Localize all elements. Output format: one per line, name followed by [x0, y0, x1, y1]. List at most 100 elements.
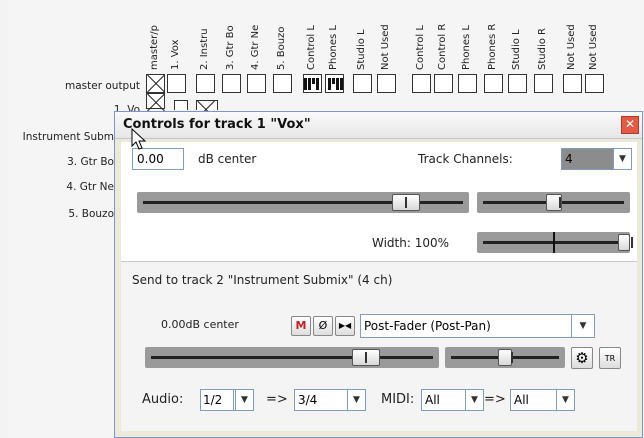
matrix-cell[interactable] — [585, 74, 604, 93]
matrix-column-label: Phones L — [461, 25, 472, 70]
chevron-down-icon: ▼ — [556, 390, 574, 410]
matrix-column-header: Not Used — [377, 2, 393, 70]
matrix-column-header: Phones L — [458, 2, 474, 70]
matrix-cell[interactable] — [534, 74, 553, 93]
send-pan-fader[interactable] — [445, 347, 565, 368]
matrix-column-label: 5. Bouzo — [276, 26, 287, 70]
row-label-track-5: 5. Bouzo — [68, 208, 114, 220]
matrix-cell[interactable] — [167, 74, 186, 93]
matrix-cell[interactable] — [458, 74, 477, 93]
matrix-cell[interactable] — [377, 74, 396, 93]
matrix-cell[interactable] — [434, 74, 453, 93]
send-volume-fader[interactable] — [145, 347, 439, 368]
midi-source-value: All — [425, 393, 440, 407]
row-label-track-2: Instrument Subm — [22, 131, 114, 143]
send-fx-icon[interactable]: ⚙ — [571, 347, 593, 369]
pan-fader-thumb[interactable] — [546, 194, 562, 211]
midi-source-select[interactable]: All ▼ — [421, 389, 484, 411]
matrix-column-label: 2. Instru — [199, 28, 210, 70]
matrix-column-header: Not Used — [585, 2, 601, 70]
matrix-column-label: Control L — [415, 25, 426, 70]
send-mute-button[interactable]: M — [291, 316, 311, 336]
matrix-column-label: Studio L — [511, 29, 522, 70]
matrix-column-label: 1. Vox — [170, 39, 181, 70]
hw-output-indicator — [328, 78, 344, 91]
matrix-cell[interactable] — [508, 74, 527, 93]
matrix-column-label: Not Used — [380, 24, 391, 70]
audio-label: Audio: — [142, 392, 184, 407]
matrix-column-header: master/p — [146, 2, 162, 70]
audio-source-value: 1/2 — [201, 390, 234, 410]
send-mode-dropdown[interactable]: ▼ — [571, 314, 595, 338]
chevron-down-icon: ▼ — [347, 390, 365, 410]
dialog-title: Controls for track 1 "Vox" — [123, 117, 311, 132]
chevron-down-icon: ▼ — [465, 390, 483, 410]
send-level-text: 0.00dB center — [161, 318, 239, 331]
matrix-cell[interactable] — [273, 74, 292, 93]
matrix-cell[interactable] — [412, 74, 431, 93]
midi-label: MIDI: — [381, 392, 415, 407]
matrix-cell-master-self — [146, 74, 165, 93]
row-label-master-output: master output — [65, 80, 140, 92]
width-center-mark — [553, 232, 555, 253]
matrix-cell-track1-send[interactable] — [196, 100, 218, 110]
matrix-cell[interactable] — [353, 74, 372, 93]
matrix-column-header: Control L — [412, 2, 428, 70]
matrix-column-header: 1. Vox — [167, 2, 183, 70]
matrix-column-label: Phones L — [328, 25, 339, 70]
audio-dest-select[interactable]: 3/4 ▼ — [294, 389, 366, 411]
hw-output-indicator — [304, 78, 320, 91]
track-channels-label: Track Channels: — [418, 152, 513, 166]
send-tr-button[interactable]: TR — [599, 347, 621, 369]
send-phase-button[interactable]: Ø — [313, 316, 333, 336]
send-pan-fader-thumb[interactable] — [498, 349, 513, 366]
midi-dest-select[interactable]: All ▼ — [510, 389, 575, 411]
matrix-column-label: Phones R — [487, 23, 498, 70]
matrix-cell-track1-master[interactable] — [146, 93, 165, 109]
matrix-cell[interactable] — [222, 74, 241, 93]
close-icon[interactable]: ✕ — [621, 116, 639, 134]
matrix-column-header: 5. Bouzo — [273, 2, 289, 70]
matrix-column-label: Control R — [437, 23, 448, 70]
volume-value: 0.00 — [137, 152, 164, 166]
send-mono-button[interactable]: ▶◀ — [335, 316, 355, 336]
width-fader[interactable] — [477, 232, 633, 253]
matrix-cell[interactable] — [484, 74, 503, 93]
volume-fader-thumb[interactable] — [392, 194, 420, 211]
matrix-column-header: 2. Instru — [196, 2, 212, 70]
matrix-column-label: 3. Gtr Bo — [225, 25, 236, 70]
send-volume-fader-thumb[interactable] — [352, 349, 380, 366]
width-fader-thumb[interactable] — [618, 234, 633, 251]
row-label-track-3: 3. Gtr Bo — [67, 156, 114, 168]
track-channels-select[interactable]: 4 ▼ — [561, 148, 632, 170]
matrix-cell[interactable] — [247, 74, 266, 93]
send-heading: Send to track 2 "Instrument Submix" (4 c… — [132, 273, 393, 287]
chevron-down-icon: ▼ — [572, 315, 594, 337]
matrix-cell[interactable] — [563, 74, 582, 93]
volume-fader[interactable] — [137, 192, 469, 213]
midi-dest-value: All — [514, 393, 529, 407]
matrix-column-header: Phones L — [325, 2, 341, 70]
mouse-cursor-icon — [131, 128, 147, 150]
matrix-column-label: 4. Gtr Ne — [250, 24, 261, 70]
matrix-column-header: Control R — [434, 2, 450, 70]
matrix-column-label: Not Used — [588, 24, 599, 70]
matrix-column-header: 3. Gtr Bo — [222, 2, 238, 70]
matrix-cell-track1-self — [174, 100, 188, 110]
volume-pan-label: dB center — [198, 152, 257, 166]
matrix-column-header: Studio L — [508, 2, 524, 70]
audio-source-select[interactable]: 1/2 ▼ — [200, 389, 254, 411]
send-mode-select[interactable]: Post-Fader (Post-Pan) — [360, 314, 572, 338]
dialog-titlebar[interactable]: Controls for track 1 "Vox" ✕ — [115, 112, 642, 139]
width-label: Width: 100% — [372, 236, 450, 250]
matrix-column-header: Studio R — [534, 2, 550, 70]
audio-arrow: => — [266, 392, 288, 407]
matrix-column-header: Not Used — [563, 2, 579, 70]
matrix-column-label: Studio R — [537, 28, 548, 70]
track-channels-value: 4 — [565, 152, 573, 166]
matrix-column-label: master/p — [149, 25, 160, 70]
pan-fader[interactable] — [477, 192, 630, 213]
midi-arrow: => — [484, 392, 506, 407]
matrix-cell[interactable] — [196, 74, 215, 93]
matrix-column-label: Studio L — [356, 29, 367, 70]
